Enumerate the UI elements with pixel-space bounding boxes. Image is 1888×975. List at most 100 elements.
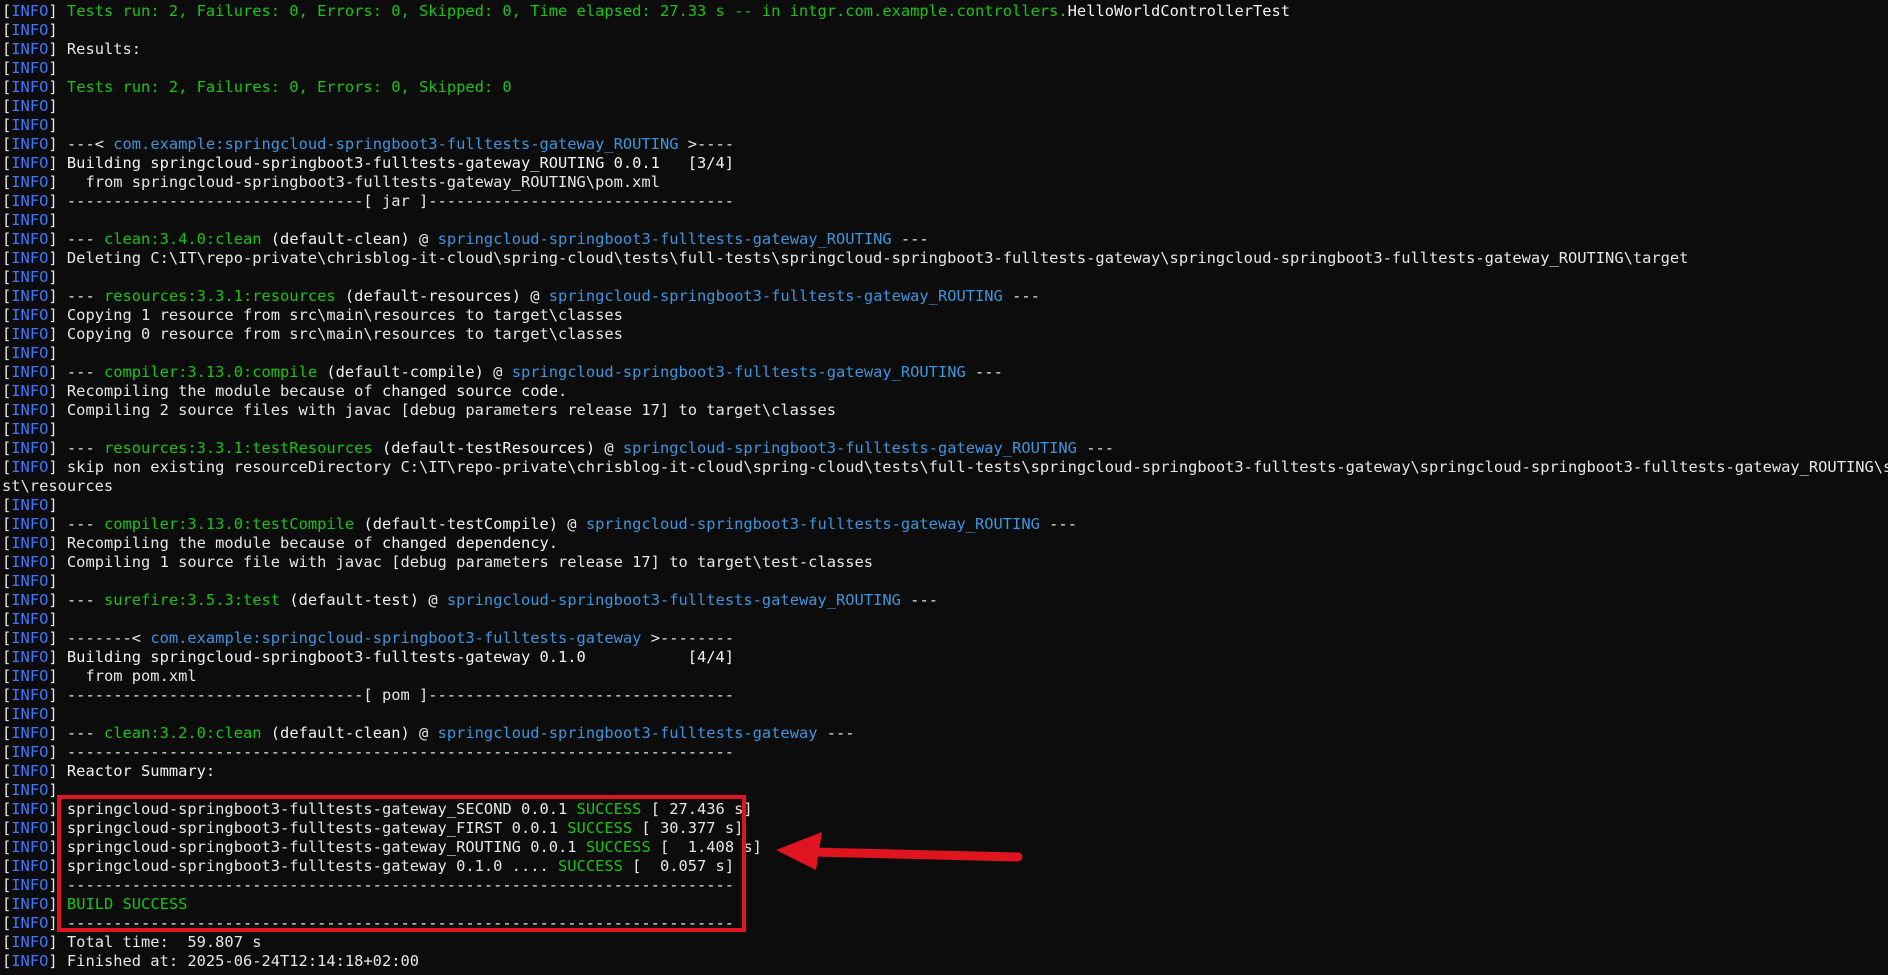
terminal-line: [INFO] Total time: 59.807 s xyxy=(2,933,1888,952)
log-level-tag: [INFO] xyxy=(2,781,58,799)
terminal-line: [INFO] xyxy=(2,420,1888,439)
log-text: >---- xyxy=(678,135,735,153)
log-level-tag: [INFO] xyxy=(2,800,58,818)
terminal-line: [INFO] Copying 1 resource from src\main\… xyxy=(2,306,1888,325)
log-level-tag: [INFO] xyxy=(2,420,58,438)
terminal-line: [INFO] from springcloud-springboot3-full… xyxy=(2,173,1888,192)
log-text: Compiling 2 source files with javac [deb… xyxy=(57,401,836,419)
log-text: --- xyxy=(57,515,104,533)
log-text: -------< xyxy=(57,629,151,647)
log-level-tag: [INFO] xyxy=(2,116,58,134)
log-level-tag: [INFO] xyxy=(2,762,58,780)
terminal-line: [INFO] Reactor Summary: xyxy=(2,762,1888,781)
log-level-tag: [INFO] xyxy=(2,895,58,913)
log-text: --- xyxy=(57,591,104,609)
log-text: Copying 0 resource from src\main\resourc… xyxy=(57,325,623,343)
log-text: --------------------------------[ jar ]-… xyxy=(57,192,735,210)
log-text: skip non existing resourceDirectory C:\I… xyxy=(57,458,1888,476)
terminal-line: [INFO] --- surefire:3.5.3:test (default-… xyxy=(2,591,1888,610)
log-text: @ xyxy=(409,230,438,248)
terminal-line: [INFO] Compiling 1 source file with java… xyxy=(2,553,1888,572)
terminal-line: [INFO] xyxy=(2,610,1888,629)
terminal-line: [INFO] -------< com.example:springcloud-… xyxy=(2,629,1888,648)
log-level-tag: [INFO] xyxy=(2,819,58,837)
log-text: --- xyxy=(57,439,104,457)
terminal-line: [INFO] Recompiling the module because of… xyxy=(2,382,1888,401)
terminal-line: [INFO] xyxy=(2,97,1888,116)
log-level-tag: [INFO] xyxy=(2,192,58,210)
log-text: @ xyxy=(595,439,623,457)
terminal-line: [INFO] xyxy=(2,496,1888,515)
log-level-tag: [INFO] xyxy=(2,876,58,894)
log-text: --- xyxy=(1002,287,1040,305)
log-text: Reactor Summary: xyxy=(57,762,216,780)
terminal-line: st\resources xyxy=(2,477,1888,496)
log-text: @ xyxy=(558,515,586,533)
log-text: Total time: 59.807 s xyxy=(57,933,262,951)
log-text: compiler:3.13.0:compile xyxy=(103,363,318,381)
log-text: . xyxy=(548,534,559,552)
terminal-line: [INFO] Recompiling the module because of… xyxy=(2,534,1888,553)
log-text: . xyxy=(558,382,568,400)
log-level-tag: [INFO] xyxy=(2,515,58,533)
log-level-tag: [INFO] xyxy=(2,610,58,628)
log-text: clean:3.2.0:clean xyxy=(103,724,262,742)
log-text: from springcloud-springboot3-fulltests-g… xyxy=(57,173,660,191)
log-text: springcloud-springboot3-fulltests-gatewa… xyxy=(511,363,966,381)
log-level-tag: [INFO] xyxy=(2,325,58,343)
log-text: (default-compile) xyxy=(317,363,484,381)
log-text: >-------- xyxy=(641,629,735,647)
log-level-tag: [INFO] xyxy=(2,97,58,115)
log-level-tag: [INFO] xyxy=(2,401,58,419)
log-text: @ xyxy=(520,287,549,305)
log-text: --- xyxy=(57,230,104,248)
log-text: changed dependency xyxy=(381,534,549,552)
terminal-line: [INFO] --- clean:3.2.0:clean (default-cl… xyxy=(2,724,1888,743)
terminal-line: [INFO] xyxy=(2,705,1888,724)
terminal-line: [INFO] Results: xyxy=(2,40,1888,59)
log-level-tag: [INFO] xyxy=(2,952,58,970)
log-level-tag: [INFO] xyxy=(2,933,58,951)
terminal-line: [INFO] Deleting C:\IT\repo-private\chris… xyxy=(2,249,1888,268)
log-text: HelloWorldControllerTest xyxy=(1067,2,1291,20)
log-text: clean:3.4.0:clean xyxy=(103,230,262,248)
log-text: Building springcloud-springboot3-fulltes… xyxy=(57,154,735,172)
log-text: Copying 1 resource from src\main\resourc… xyxy=(57,306,623,324)
log-text: Recompiling the module because of xyxy=(57,382,382,400)
log-text: changed source code xyxy=(381,382,559,400)
log-level-tag: [INFO] xyxy=(2,211,58,229)
terminal-line: [INFO] ---------------------------------… xyxy=(2,743,1888,762)
terminal-line: [INFO] --- resources:3.3.1:resources (de… xyxy=(2,287,1888,306)
log-level-tag: [INFO] xyxy=(2,648,58,666)
log-level-tag: [INFO] xyxy=(2,268,58,286)
terminal-line: [INFO] Compiling 2 source files with jav… xyxy=(2,401,1888,420)
terminal-line: [INFO] Building springcloud-springboot3-… xyxy=(2,154,1888,173)
log-level-tag: [INFO] xyxy=(2,838,58,856)
log-level-tag: [INFO] xyxy=(2,363,58,381)
log-level-tag: [INFO] xyxy=(2,914,58,932)
log-level-tag: [INFO] xyxy=(2,287,58,305)
terminal-line: [INFO] Tests run: 2, Failures: 0, Errors… xyxy=(2,2,1888,21)
log-text: --- xyxy=(965,363,1003,381)
terminal-line: [INFO] --------------------------------[… xyxy=(2,686,1888,705)
log-text: compiler:3.13.0:testCompile xyxy=(103,515,355,533)
terminal-line: [INFO] --- compiler:3.13.0:compile (defa… xyxy=(2,363,1888,382)
terminal-line: [INFO] ---< com.example:springcloud-spri… xyxy=(2,135,1888,154)
log-text: --- xyxy=(57,363,104,381)
log-text: @ xyxy=(419,591,447,609)
terminal-line: [INFO] Building springcloud-springboot3-… xyxy=(2,648,1888,667)
log-text: Results: xyxy=(57,40,142,58)
log-text: (default-clean) xyxy=(261,230,410,248)
log-text: Tests run: 2, Failures: 0, Errors: 0, Sk… xyxy=(66,2,1068,20)
log-text: --- xyxy=(817,724,855,742)
log-text: springcloud-springboot3-fulltests-gatewa… xyxy=(585,515,1040,533)
log-level-tag: [INFO] xyxy=(2,382,58,400)
log-level-tag: [INFO] xyxy=(2,591,58,609)
log-level-tag: [INFO] xyxy=(2,705,58,723)
log-text: Finished at: 2025-06-24T12:14:18+02:00 xyxy=(57,952,420,970)
log-level-tag: [INFO] xyxy=(2,173,58,191)
terminal-line: [INFO] --- resources:3.3.1:testResources… xyxy=(2,439,1888,458)
log-text: springcloud-springboot3-fulltests-gatewa… xyxy=(437,724,818,742)
log-text: (default-clean) xyxy=(261,724,410,742)
